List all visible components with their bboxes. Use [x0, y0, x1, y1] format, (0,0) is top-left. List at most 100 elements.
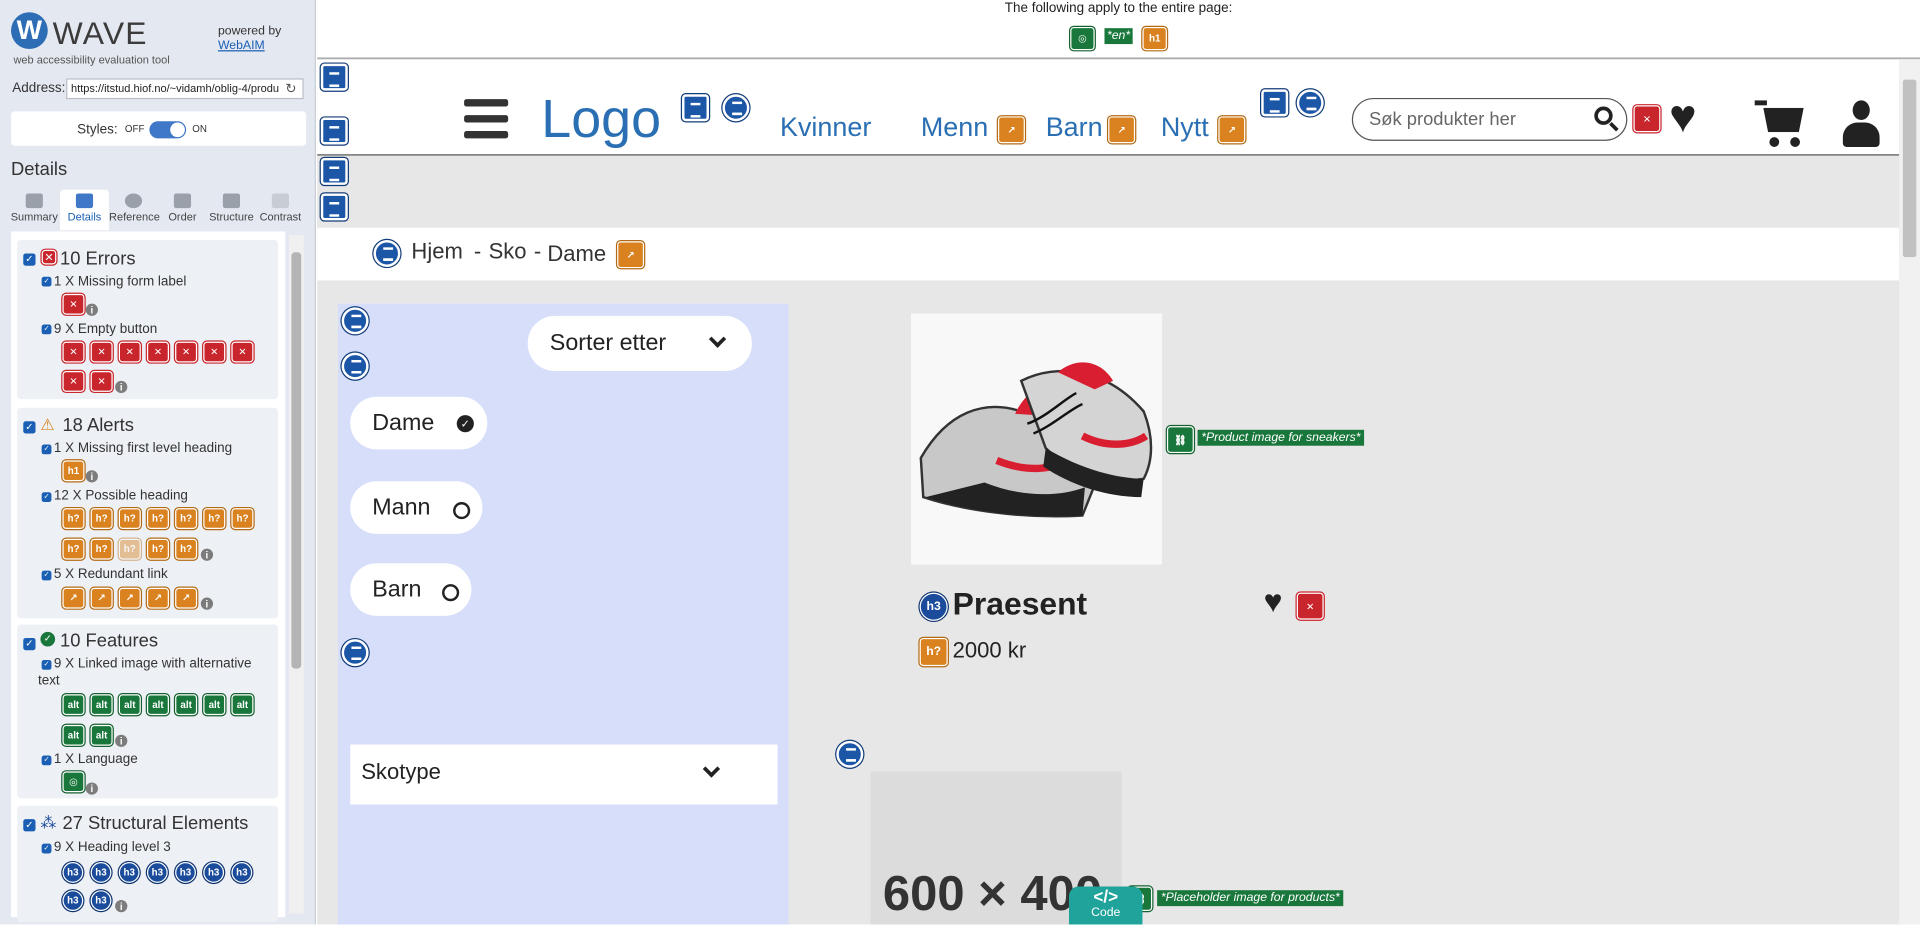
product-name[interactable]: Praesent — [953, 585, 1088, 623]
info-icon[interactable]: i — [85, 303, 98, 316]
checked-icon[interactable]: ✓ — [456, 415, 474, 433]
structural-checkbox[interactable]: ✓ — [23, 819, 36, 832]
empty-button-icon[interactable]: ✕ — [62, 371, 85, 392]
tab-reference[interactable]: Reference — [109, 190, 160, 230]
navigation-region-icon[interactable] — [1261, 89, 1289, 117]
empty-button-icon[interactable]: ✕ — [90, 371, 113, 392]
filter-dame[interactable]: Dame ✓ — [350, 396, 488, 450]
tab-details[interactable]: Details — [60, 189, 109, 231]
empty-button-icon[interactable]: ✕ — [203, 341, 226, 363]
info-icon[interactable]: i — [200, 597, 214, 610]
nav-link-barn[interactable]: Barn — [1046, 111, 1103, 143]
alert-icon[interactable]: h? — [175, 508, 198, 529]
empty-button-icon[interactable]: ✕ — [62, 341, 85, 363]
alert-icon[interactable]: h? — [90, 508, 113, 529]
feature-icon[interactable]: alt — [90, 694, 113, 716]
missing-label-icon[interactable]: ✕ — [62, 293, 85, 315]
feature-icon[interactable]: alt — [175, 694, 198, 716]
redundant-link-icon[interactable]: ↗ — [90, 587, 113, 609]
shoetype-dropdown[interactable]: Skotype — [350, 744, 778, 805]
alert-icon[interactable]: h? — [62, 538, 85, 560]
info-icon[interactable]: i — [200, 548, 214, 561]
filter-mann[interactable]: Mann — [350, 481, 483, 534]
tab-order[interactable]: Order — [158, 190, 207, 230]
breadcrumb-home[interactable]: Hjem — [411, 239, 462, 265]
code-button[interactable]: </> Code — [1068, 886, 1143, 925]
navigation-region-icon[interactable] — [682, 94, 709, 122]
main-region-icon[interactable] — [320, 157, 348, 185]
redundant-link-icon[interactable]: ↗ — [1218, 116, 1246, 144]
heading-level-3-icon[interactable]: h3 — [919, 592, 948, 621]
alert-icon[interactable]: h? — [146, 508, 169, 529]
tab-summary[interactable]: Summary — [10, 190, 59, 230]
redundant-link-icon[interactable]: ↗ — [1108, 116, 1136, 144]
list-icon[interactable] — [722, 94, 750, 122]
alert-icon[interactable]: h? — [231, 508, 254, 529]
heading-level-3-icon[interactable]: h3 — [231, 862, 253, 883]
alerts-checkbox[interactable]: ✓ — [23, 421, 36, 434]
heading-level-3-icon[interactable]: h3 — [146, 862, 168, 883]
nav-link-menn[interactable]: Menn — [921, 111, 988, 143]
missing-form-label-icon[interactable]: ✕ — [1633, 105, 1661, 133]
alert-icon[interactable]: h? — [146, 538, 169, 560]
empty-button-icon[interactable]: ✕ — [90, 341, 113, 363]
user-account-icon[interactable] — [1842, 100, 1880, 147]
empty-button-icon[interactable]: ✕ — [1296, 592, 1324, 620]
language-globe-icon[interactable]: ◎ — [1070, 26, 1095, 51]
redundant-link-icon[interactable]: ↗ — [146, 587, 169, 609]
empty-button-icon[interactable]: ✕ — [118, 341, 141, 363]
list-icon[interactable] — [836, 740, 864, 768]
empty-button-icon[interactable]: ✕ — [231, 341, 254, 363]
empty-button-icon[interactable]: ✕ — [175, 341, 198, 363]
language-checkbox[interactable]: ✓ — [41, 755, 52, 766]
redundant-link-checkbox[interactable]: ✓ — [41, 570, 52, 581]
linked-image-alt-icon[interactable]: ⛓ — [1166, 426, 1194, 454]
search-icon[interactable] — [1592, 104, 1621, 133]
radio-icon[interactable] — [453, 502, 471, 520]
heading-level-3-icon[interactable]: h3 — [62, 862, 84, 883]
site-logo[interactable]: Logo — [541, 89, 661, 150]
h1-alert-icon[interactable]: h1 — [1142, 26, 1167, 51]
filter-barn[interactable]: Barn — [350, 563, 472, 616]
alert-icon[interactable]: h? — [62, 508, 85, 529]
heading-level-3-icon[interactable]: h3 — [118, 862, 140, 883]
heading-level-3-icon[interactable]: h3 — [203, 862, 225, 883]
alert-icon[interactable]: h? — [90, 538, 113, 560]
heading-level-3-icon[interactable]: h3 — [62, 890, 84, 912]
tab-structure[interactable]: Structure — [207, 190, 256, 230]
errors-checkbox[interactable]: ✓ — [23, 253, 36, 266]
header-region-icon[interactable] — [320, 63, 348, 91]
webaim-link[interactable]: WebAIM — [218, 39, 265, 52]
info-icon[interactable]: i — [115, 900, 128, 913]
info-icon[interactable]: i — [85, 470, 98, 483]
info-icon[interactable]: i — [85, 782, 98, 795]
heading3-checkbox[interactable]: ✓ — [41, 843, 52, 854]
info-icon[interactable]: i — [115, 734, 128, 747]
empty-button-icon[interactable]: ✕ — [146, 341, 169, 363]
list-icon[interactable] — [341, 352, 369, 380]
feature-icon[interactable]: alt — [231, 694, 254, 716]
favorites-heart-icon[interactable]: ♥ — [1669, 94, 1697, 141]
list-icon[interactable] — [373, 240, 401, 267]
address-input[interactable]: https://itstud.hiof.no/~vidamh/oblig-4/p… — [66, 78, 304, 100]
alert-icon[interactable]: h? — [118, 538, 141, 560]
feature-icon[interactable]: alt — [90, 724, 113, 746]
language-globe-icon[interactable]: ◎ — [62, 771, 85, 793]
possible-heading-checkbox[interactable]: ✓ — [41, 492, 52, 503]
list-icon[interactable] — [341, 639, 369, 667]
feature-icon[interactable]: alt — [62, 724, 85, 746]
favorite-heart-icon[interactable]: ♥ — [1264, 585, 1283, 617]
navigation-region-icon[interactable] — [320, 117, 348, 145]
breadcrumb-shoes[interactable]: Sko — [489, 239, 527, 265]
feature-icon[interactable]: alt — [203, 694, 226, 716]
missing-label-checkbox[interactable]: ✓ — [41, 276, 52, 287]
radio-icon[interactable] — [442, 584, 460, 602]
redundant-link-icon[interactable]: ↗ — [617, 241, 645, 269]
redundant-link-icon[interactable]: ↗ — [118, 587, 141, 609]
details-scrollbar[interactable] — [288, 235, 304, 914]
info-icon[interactable]: i — [115, 380, 128, 394]
redundant-link-icon[interactable]: ↗ — [175, 587, 198, 609]
refresh-icon[interactable]: ↻ — [285, 81, 296, 97]
missing-h1-checkbox[interactable]: ✓ — [41, 444, 52, 455]
linked-image-checkbox[interactable]: ✓ — [41, 660, 52, 670]
